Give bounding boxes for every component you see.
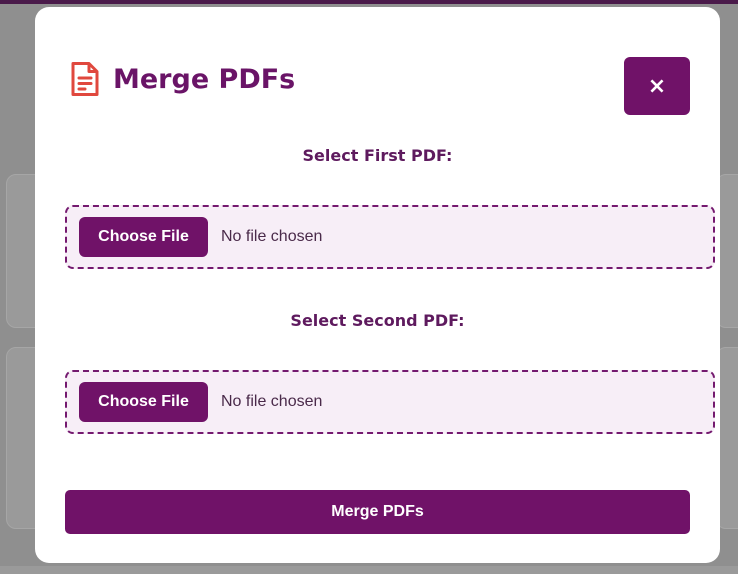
second-pdf-label: Select Second PDF: [290,311,465,330]
modal-header: Merge PDFs [70,61,295,97]
close-button[interactable]: × [624,57,690,115]
first-pdf-drop-zone[interactable]: Choose File No file chosen [65,205,715,269]
second-pdf-choose-file-button[interactable]: Choose File [79,382,208,422]
first-pdf-file-status: No file chosen [221,228,323,245]
second-pdf-drop-zone[interactable]: Choose File No file chosen [65,370,715,434]
page-top-bar [0,0,738,4]
merge-pdfs-modal: Merge PDFs × Select First PDF: Choose Fi… [35,7,720,563]
modal-title: Merge PDFs [113,63,296,95]
merge-pdfs-button[interactable]: Merge PDFs [65,490,690,534]
first-pdf-label: Select First PDF: [302,146,453,165]
document-icon [70,61,100,97]
first-pdf-choose-file-button[interactable]: Choose File [79,217,208,257]
page-bottom-strip [0,566,738,574]
second-pdf-file-status: No file chosen [221,393,323,410]
